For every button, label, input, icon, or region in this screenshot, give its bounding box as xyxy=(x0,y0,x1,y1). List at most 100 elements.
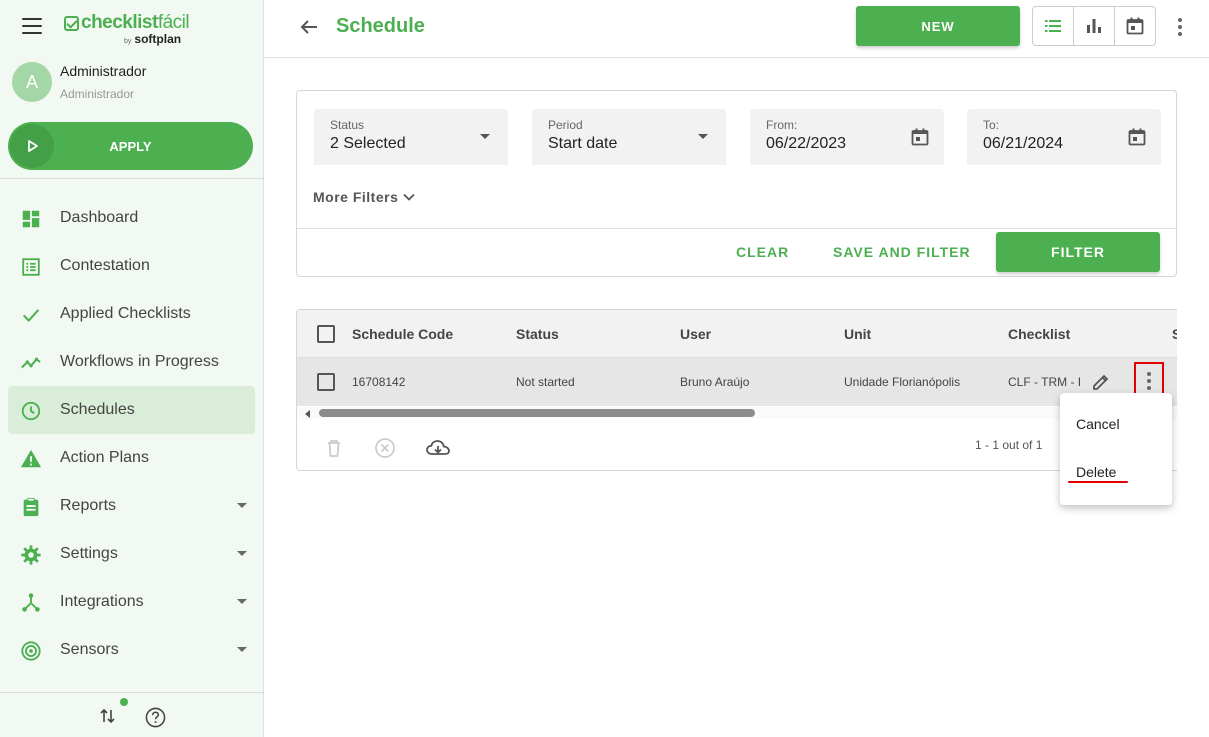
warning-icon xyxy=(20,448,42,470)
sidebar-item-label: Workflows in Progress xyxy=(60,353,219,370)
apply-button-label: APPLY xyxy=(109,138,152,154)
filter-button[interactable]: FILTER xyxy=(996,232,1160,272)
scrollbar-thumb[interactable] xyxy=(319,409,755,417)
avatar[interactable]: A xyxy=(12,62,52,102)
edit-icon[interactable] xyxy=(1091,372,1111,392)
check-icon xyxy=(20,304,42,326)
more-dot xyxy=(1147,386,1151,390)
column-header[interactable]: Schedule Code xyxy=(352,326,453,342)
sidebar-item-schedules[interactable]: Schedules xyxy=(8,386,255,434)
field-value: 06/21/2024 xyxy=(983,135,1064,152)
column-header[interactable]: Checklist xyxy=(1008,326,1070,342)
more-dot xyxy=(1147,379,1151,383)
horizontal-scrollbar[interactable] xyxy=(297,407,1177,419)
select-all-checkbox[interactable] xyxy=(317,325,335,343)
divider xyxy=(297,228,1176,229)
column-header[interactable]: S xyxy=(1172,326,1177,342)
top-bar: Schedule NEW xyxy=(264,0,1209,58)
list-icon xyxy=(20,256,42,278)
cancel-circle-icon[interactable] xyxy=(374,437,396,459)
sidebar-item-settings[interactable]: Settings xyxy=(8,530,255,578)
column-header[interactable]: User xyxy=(680,326,711,342)
chevron-down-icon xyxy=(237,647,247,652)
sidebar-item-label: Dashboard xyxy=(60,209,139,226)
logo: checklist fácil by softplan xyxy=(64,12,190,46)
sidebar-nav: Dashboard Contestation Applied Checklist… xyxy=(8,194,255,674)
highlight-underline xyxy=(1068,481,1128,483)
row-context-menu: Cancel Delete xyxy=(1060,393,1172,505)
schedule-table: Schedule Code Status User Unit Checklist… xyxy=(296,309,1177,471)
apply-button[interactable]: APPLY xyxy=(8,122,253,170)
help-icon[interactable] xyxy=(145,707,166,728)
logo-text: checklist xyxy=(81,12,158,33)
menu-item-cancel[interactable]: Cancel xyxy=(1076,416,1120,432)
user-role: Administrador xyxy=(60,87,135,101)
sidebar-item-label: Contestation xyxy=(60,257,150,274)
save-and-filter-button[interactable]: SAVE AND FILTER xyxy=(833,244,971,260)
row-checkbox[interactable] xyxy=(317,373,335,391)
sidebar-item-reports[interactable]: Reports xyxy=(8,482,255,530)
cell-user: Bruno Araújo xyxy=(680,375,750,389)
calendar-view-button[interactable] xyxy=(1115,7,1155,45)
sidebar-item-contestation[interactable]: Contestation xyxy=(8,242,255,290)
cloud-download-icon[interactable] xyxy=(425,437,451,459)
cell-status: Not started xyxy=(516,375,575,389)
sidebar-item-label: Applied Checklists xyxy=(60,305,191,322)
table-row[interactable]: 16708142 Not started Bruno Araújo Unidad… xyxy=(297,358,1177,406)
dropdown-arrow-icon xyxy=(698,134,708,139)
bar-chart-icon xyxy=(1087,19,1101,33)
more-dot xyxy=(1147,372,1151,376)
to-date-field[interactable]: To: 06/21/2024 xyxy=(967,109,1161,165)
list-view-icon xyxy=(1045,20,1061,32)
sidebar: checklist fácil by softplan A Administrado… xyxy=(0,0,264,737)
sidebar-item-integrations[interactable]: Integrations xyxy=(8,578,255,626)
column-header[interactable]: Status xyxy=(516,326,559,342)
cell-checklist: CLF - TRM - I xyxy=(1008,375,1082,389)
logo-by: by xyxy=(124,38,132,45)
status-dot xyxy=(120,698,128,706)
field-value: 2 Selected xyxy=(330,135,406,152)
sidebar-item-label: Settings xyxy=(60,545,118,562)
chevron-down-icon xyxy=(403,193,415,201)
more-filters-toggle[interactable]: More Filters xyxy=(313,189,416,205)
trash-icon[interactable] xyxy=(323,437,345,459)
more-options-icon[interactable] xyxy=(1174,16,1186,38)
sidebar-item-applied-checklists[interactable]: Applied Checklists xyxy=(8,290,255,338)
chevron-down-icon xyxy=(237,503,247,508)
sidebar-item-sensors[interactable]: Sensors xyxy=(8,626,255,674)
scroll-left-icon[interactable] xyxy=(305,410,310,418)
sidebar-item-label: Integrations xyxy=(60,593,144,610)
menu-item-delete[interactable]: Delete xyxy=(1076,464,1116,480)
chevron-down-icon xyxy=(237,599,247,604)
sync-icon[interactable] xyxy=(99,707,117,725)
more-filters-label: More Filters xyxy=(313,189,399,205)
clipboard-icon xyxy=(20,496,42,518)
sidebar-item-dashboard[interactable]: Dashboard xyxy=(8,194,255,242)
calendar-icon[interactable] xyxy=(910,127,930,147)
list-view-button[interactable] xyxy=(1033,7,1074,45)
chart-view-button[interactable] xyxy=(1074,7,1115,45)
user-name: Administrador xyxy=(60,63,147,79)
new-button[interactable]: NEW xyxy=(856,6,1020,46)
period-select[interactable]: Period Start date xyxy=(532,109,726,165)
arrow-back-icon[interactable] xyxy=(298,16,320,38)
integrations-icon xyxy=(20,592,42,614)
logo-company: softplan xyxy=(134,32,182,46)
play-icon xyxy=(10,124,54,168)
sidebar-item-action-plans[interactable]: Action Plans xyxy=(8,434,255,482)
table-header: Schedule Code Status User Unit Checklist… xyxy=(297,310,1177,358)
sensor-icon xyxy=(20,640,42,662)
sidebar-item-workflows[interactable]: Workflows in Progress xyxy=(8,338,255,386)
status-select[interactable]: Status 2 Selected xyxy=(314,109,508,165)
calendar-icon[interactable] xyxy=(1127,127,1147,147)
clock-icon xyxy=(20,400,42,422)
clear-button[interactable]: CLEAR xyxy=(736,244,789,260)
sidebar-divider xyxy=(0,178,264,179)
menu-icon[interactable] xyxy=(22,18,42,34)
chevron-down-icon xyxy=(237,551,247,556)
calendar-icon xyxy=(1126,17,1144,35)
column-header[interactable]: Unit xyxy=(844,326,871,342)
from-date-field[interactable]: From: 06/22/2023 xyxy=(750,109,944,165)
field-label: Period xyxy=(548,118,583,132)
field-label: Status xyxy=(330,118,365,132)
